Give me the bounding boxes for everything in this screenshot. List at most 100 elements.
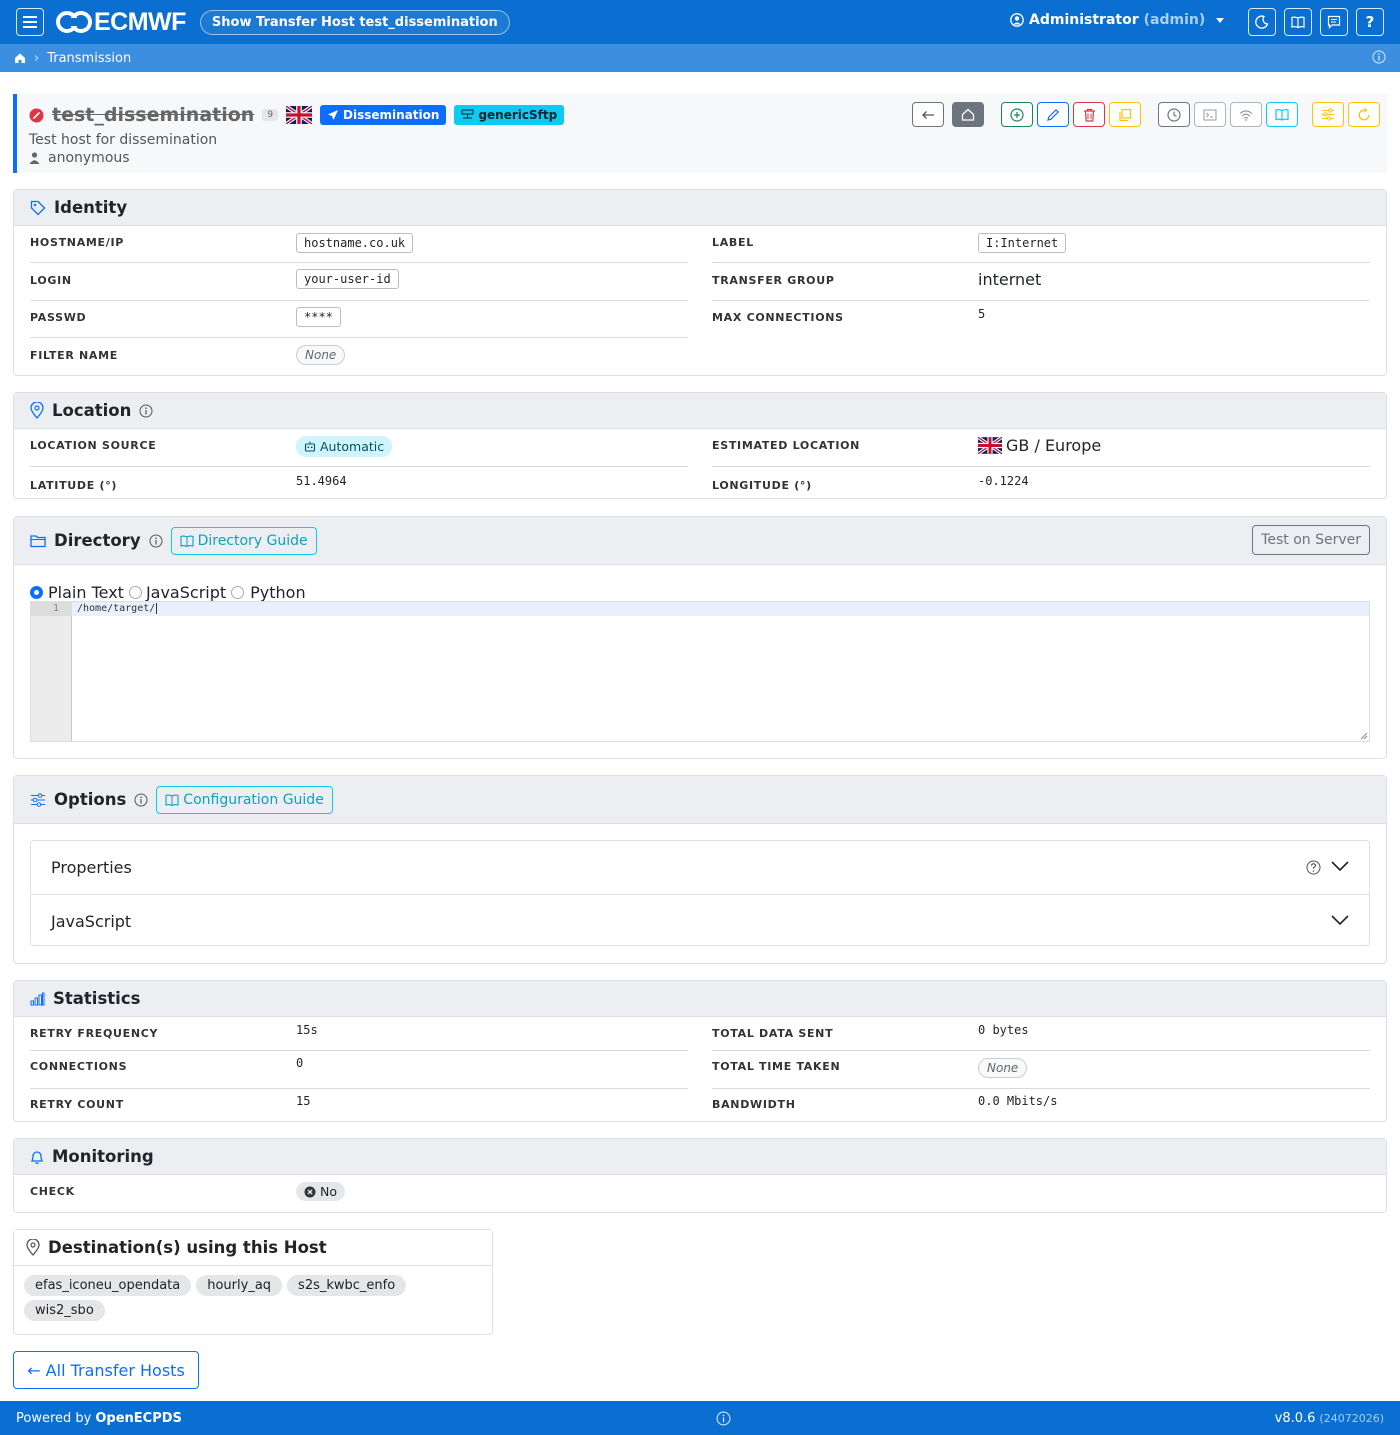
connection-button[interactable] bbox=[1230, 102, 1262, 127]
accordion-javascript[interactable]: JavaScript bbox=[31, 894, 1369, 947]
total-data-sent-row: TOTAL DATA SENT 0 bytes bbox=[712, 1017, 1370, 1051]
location-header: Location bbox=[14, 393, 1386, 429]
hostname-value: hostname.co.uk bbox=[296, 233, 414, 253]
info-icon[interactable] bbox=[716, 1411, 731, 1430]
delete-button[interactable] bbox=[1073, 102, 1105, 127]
directory-guide-button[interactable]: Directory Guide bbox=[170, 526, 317, 555]
breadcrumb-item-transmission[interactable]: Transmission bbox=[47, 51, 131, 66]
ecmwf-logo[interactable]: ECMWF bbox=[56, 8, 186, 37]
info-icon[interactable] bbox=[139, 404, 153, 418]
latitude-row: LATITUDE (°) 51.4964 bbox=[30, 467, 688, 504]
radio-javascript[interactable] bbox=[128, 586, 142, 599]
refresh-icon bbox=[1358, 107, 1370, 120]
editor-gutter bbox=[31, 602, 72, 741]
destinations-panel: Destination(s) using this Host efas_icon… bbox=[13, 1229, 493, 1335]
x-circle-icon bbox=[304, 1186, 316, 1197]
group-value: internet bbox=[978, 270, 1042, 289]
host-owner: anonymous bbox=[29, 150, 130, 166]
home-button[interactable] bbox=[952, 102, 984, 127]
terminal-button[interactable] bbox=[1194, 102, 1226, 127]
add-button[interactable] bbox=[1001, 102, 1033, 127]
version-number: v8.0.6 bbox=[1274, 1411, 1316, 1426]
hostname-label: HOSTNAME/IP bbox=[30, 236, 125, 249]
location-source-badge: Automatic bbox=[296, 436, 393, 457]
longitude-label: LONGITUDE (°) bbox=[712, 479, 812, 492]
destination-chip[interactable]: wis2_sbo bbox=[24, 1300, 105, 1321]
home-icon[interactable] bbox=[14, 52, 26, 64]
reset-button[interactable] bbox=[1348, 102, 1380, 127]
back-arrow-button[interactable] bbox=[912, 102, 944, 127]
destination-chip[interactable]: s2s_kwbc_enfo bbox=[287, 1275, 407, 1296]
info-icon[interactable] bbox=[134, 793, 148, 807]
bandwidth-label: BANDWIDTH bbox=[712, 1098, 796, 1111]
user-name: Administrator bbox=[1029, 12, 1139, 28]
powered-by-text: Powered by bbox=[16, 1410, 92, 1426]
filter-value: None bbox=[296, 345, 346, 365]
maxconn-label: MAX CONNECTIONS bbox=[712, 311, 844, 324]
connections-row: CONNECTIONS 0 bbox=[30, 1051, 688, 1089]
menu-toggle-button[interactable] bbox=[16, 8, 44, 36]
retry-frequency-row: RETRY FREQUENCY 15s bbox=[30, 1017, 688, 1051]
theme-toggle-button[interactable] bbox=[1248, 8, 1276, 36]
footer: Powered by OpenECPDS v8.0.6 (24072026) bbox=[0, 1401, 1400, 1435]
resize-handle-icon[interactable] bbox=[1360, 732, 1368, 740]
passwd-row: PASSWD **** bbox=[30, 301, 688, 338]
terminal-icon bbox=[1203, 109, 1217, 120]
help-button[interactable]: ? bbox=[1356, 8, 1384, 36]
bandwidth-value: 0.0 Mbits/s bbox=[978, 1094, 1058, 1108]
host-count-badge: 9 bbox=[262, 109, 279, 121]
book-icon bbox=[1291, 16, 1305, 29]
guide-button[interactable] bbox=[1266, 102, 1298, 127]
test-on-server-button[interactable]: Test on Server bbox=[1252, 525, 1370, 555]
info-icon[interactable] bbox=[149, 534, 163, 548]
options-panel: Options Configuration Guide Properties J… bbox=[13, 775, 1387, 964]
statistics-header: Statistics bbox=[14, 981, 1386, 1017]
book-icon bbox=[180, 535, 194, 547]
destination-chip[interactable]: efas_iconeu_opendata bbox=[24, 1275, 192, 1296]
login-label: LOGIN bbox=[30, 274, 72, 287]
estimated-location-value: GB / Europe bbox=[978, 436, 1101, 455]
build-number: (24072026) bbox=[1319, 1412, 1384, 1425]
radio-plain-text-label[interactable]: Plain Text bbox=[48, 583, 124, 602]
info-icon[interactable] bbox=[1372, 50, 1386, 68]
user-menu[interactable]: Administrator (admin) bbox=[1010, 12, 1225, 28]
destination-chip[interactable]: hourly_aq bbox=[196, 1275, 283, 1296]
host-method-badge: genericSftp bbox=[454, 105, 565, 125]
all-transfer-hosts-button[interactable]: ← All Transfer Hosts bbox=[13, 1351, 199, 1389]
retry-count-row: RETRY COUNT 15 bbox=[30, 1089, 688, 1121]
check-value-badge: No bbox=[296, 1182, 345, 1201]
wifi-icon bbox=[1239, 109, 1253, 121]
label-value: I:Internet bbox=[978, 233, 1067, 253]
question-circle-icon[interactable] bbox=[1306, 860, 1321, 875]
monitoring-title: Monitoring bbox=[52, 1147, 154, 1166]
radio-python-label[interactable]: Python bbox=[250, 583, 305, 602]
total-data-sent-label: TOTAL DATA SENT bbox=[712, 1027, 834, 1040]
retry-count-value: 15 bbox=[296, 1094, 311, 1108]
docs-button[interactable] bbox=[1284, 8, 1312, 36]
radio-javascript-label[interactable]: JavaScript bbox=[146, 583, 226, 602]
radio-python[interactable] bbox=[231, 586, 245, 599]
login-row: LOGIN your-user-id bbox=[30, 264, 688, 301]
history-button[interactable] bbox=[1158, 102, 1190, 127]
monitoring-panel: Monitoring CHECK No bbox=[13, 1138, 1387, 1213]
copy-icon bbox=[1119, 108, 1132, 121]
filter-label: FILTER NAME bbox=[30, 349, 118, 362]
group-row: TRANSFER GROUP internet bbox=[712, 264, 1370, 301]
passwd-label: PASSWD bbox=[30, 311, 87, 324]
chevron-down-icon bbox=[1331, 861, 1349, 872]
page-title: Show Transfer Host test_dissemination bbox=[199, 9, 510, 35]
settings-button[interactable] bbox=[1312, 102, 1344, 127]
edit-button[interactable] bbox=[1037, 102, 1069, 127]
directory-code-editor[interactable]: 1 /home/target/ bbox=[30, 601, 1370, 742]
accordion-properties[interactable]: Properties bbox=[31, 841, 1369, 894]
editor-code-line[interactable]: /home/target/ bbox=[77, 602, 158, 616]
powered-by-link[interactable]: OpenECPDS bbox=[95, 1411, 182, 1426]
send-icon bbox=[328, 110, 339, 120]
configuration-guide-button[interactable]: Configuration Guide bbox=[156, 785, 333, 814]
bell-icon bbox=[30, 1150, 44, 1164]
messages-button[interactable] bbox=[1320, 8, 1348, 36]
radio-plain-text[interactable] bbox=[30, 586, 43, 599]
breadcrumb-separator-icon: › bbox=[34, 50, 40, 66]
duplicate-button[interactable] bbox=[1109, 102, 1141, 127]
disabled-status-icon bbox=[29, 108, 44, 122]
